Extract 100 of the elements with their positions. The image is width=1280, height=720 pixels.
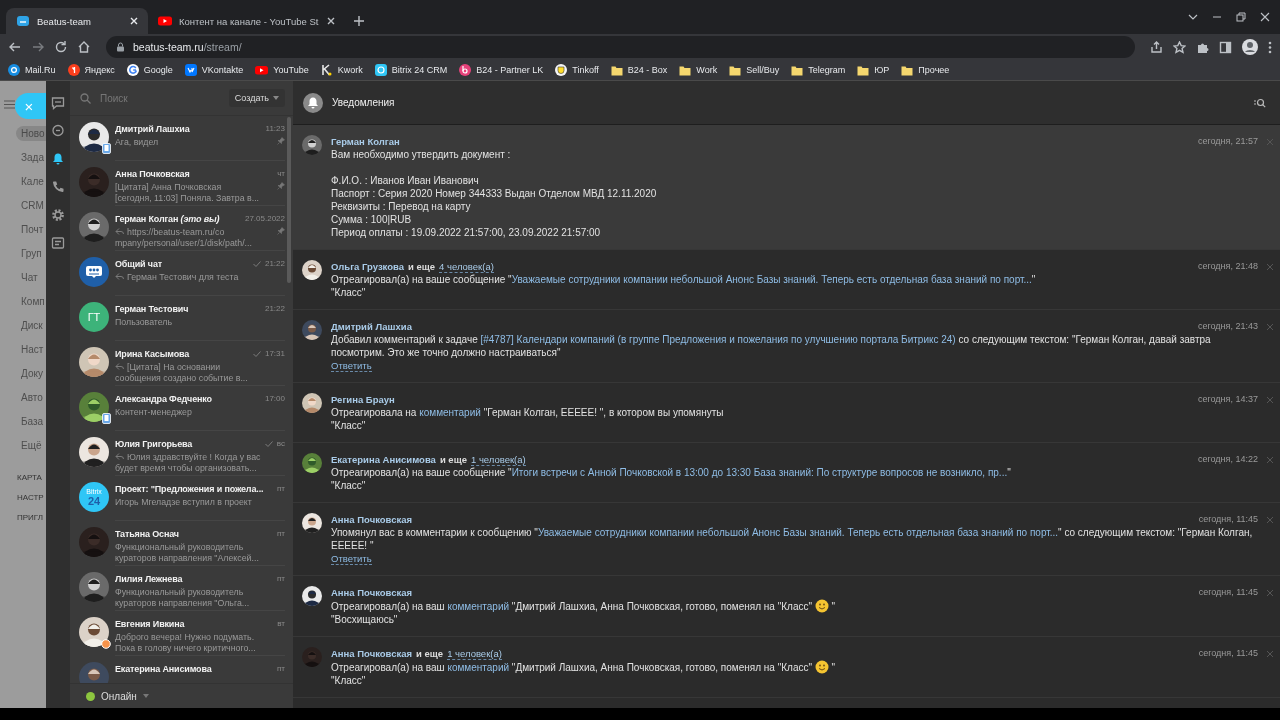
notification-text: Упомянул вас в комментарии к сообщению "Уважаемые сотрудники компании небольшой Анонс Базы знаний. Теперь есть отдельная база знаний по порт..." со следующим текстом: "Герман Колган, ЕЕЕЕЕ! " — [331, 526, 1254, 552]
share-icon[interactable] — [1150, 40, 1163, 54]
bell-icon[interactable] — [51, 152, 65, 166]
people-link[interactable]: 4 человек(а) — [439, 260, 494, 273]
logo-text: 24 — [87, 496, 101, 507]
avatar-initials: ГТ — [79, 302, 109, 332]
sender-name[interactable]: Анна Почковская — [331, 647, 413, 660]
link[interactable]: комментарий — [447, 601, 510, 612]
message-time: пт — [277, 664, 285, 673]
notification-text: Отреагировал(а) на ваш комментарий "Дмитрий Лашхиа, Анна Почковская, готово, поменял на "Класс" " — [331, 660, 837, 674]
reply-link[interactable]: Ответить — [331, 360, 372, 372]
smiley-icon — [814, 599, 829, 613]
bookmark[interactable]: Kwork — [320, 64, 363, 76]
detail-line: Ф.И.О. : Иванов Иван Иванович — [331, 174, 480, 187]
home-icon[interactable] — [77, 40, 91, 54]
close-icon[interactable] — [128, 15, 140, 27]
reply-link[interactable]: Ответить — [331, 553, 372, 565]
create-button[interactable]: Создать — [228, 89, 285, 107]
detail-line: Паспорт : Серия 2020 Номер 344333 Выдан Отделом МВД 12.11.2020 — [331, 187, 658, 200]
chevron-down-icon[interactable] — [1188, 12, 1198, 22]
sender-name[interactable]: Дмитрий Лашхиа — [331, 320, 412, 333]
contact-name: Дмитрий Лашхиа — [115, 123, 190, 134]
bookmark[interactable]: Прочее — [901, 64, 950, 76]
bookmark[interactable]: Telegram — [791, 64, 846, 76]
link[interactable]: комментарий — [447, 662, 510, 673]
caret-icon[interactable] — [142, 694, 149, 698]
bookmark[interactable]: Яндекс — [67, 64, 115, 76]
sender-name[interactable]: Анна Почковская — [331, 586, 413, 599]
caret-icon — [273, 96, 279, 100]
section-link[interactable]: ПРИГЛ — [17, 513, 46, 523]
list-icon[interactable] — [51, 236, 65, 250]
detail-line: Период оплаты : 19.09.2022 21:57:00, 23.09.2022 21:57:00 — [331, 226, 602, 239]
reload-icon[interactable] — [54, 40, 68, 54]
folder-icon — [901, 64, 914, 76]
section-link[interactable]: НАСТР — [17, 493, 46, 503]
plus-icon[interactable] — [353, 15, 366, 27]
back-icon[interactable] — [8, 40, 22, 54]
bookmark[interactable]: YouTube — [255, 64, 309, 76]
folder-icon — [729, 64, 742, 76]
close-icon[interactable] — [1260, 12, 1270, 22]
message-time: вт — [277, 619, 285, 628]
bookmark[interactable]: VKontakte — [184, 64, 244, 76]
sender-name[interactable]: Ольга Грузкова — [331, 260, 405, 273]
sender-name[interactable]: Регина Браун — [331, 393, 395, 406]
star-icon[interactable] — [1173, 40, 1186, 54]
bookmark[interactable]: Work — [679, 64, 718, 76]
and-more-label: и еще — [439, 453, 467, 466]
bookmark[interactable]: Tinkoff — [555, 64, 599, 76]
phone-icon[interactable] — [51, 180, 65, 194]
menu-icon[interactable] — [1268, 40, 1272, 54]
people-link[interactable]: 1 человек(а) — [470, 453, 526, 466]
reaction-text: "Класс" — [331, 419, 367, 432]
scrollbar[interactable] — [287, 117, 291, 283]
message-time: 27.05.2022 — [244, 214, 285, 223]
link[interactable]: Итоги встречи с Анной Почковской в 13:00 до 13:30 База знаний: По структуре вопросов не возникло, пр... — [511, 467, 1008, 478]
bookmark[interactable]: Bitrix 24 CRM — [374, 64, 448, 76]
notification-text: Отреагировал(а) на ваше сообщение "Уважаемые сотрудники компании небольшой Анонс Базы знаний. Теперь есть отдельная база знаний по порт..." — [331, 273, 1037, 286]
notification-time: сегодня, 11:45 — [1198, 647, 1258, 660]
browser-tab[interactable]: Контент на канале - YouTube St — [148, 8, 346, 34]
logo-icon — [8, 64, 20, 76]
speech-icon[interactable] — [51, 124, 65, 138]
notification-time: сегодня, 14:37 — [1197, 393, 1258, 406]
logo-icon — [555, 64, 568, 76]
message-preview: Игорь Мгеладзе вступил в проект — [115, 497, 253, 508]
sender-name[interactable]: Екатерина Анисимова — [331, 453, 436, 466]
profile-icon[interactable] — [1242, 39, 1258, 55]
sender-name[interactable]: Герман Колган — [331, 135, 400, 148]
logo-icon — [16, 14, 30, 28]
search-field[interactable]: Поиск — [98, 91, 222, 105]
address-field[interactable]: beatus-team.ru/stream/ — [106, 36, 1135, 58]
search-icon[interactable] — [1254, 97, 1266, 108]
bell-icon — [303, 92, 323, 113]
link[interactable]: Уважаемые сотрудники компании небольшой Анонс Базы знаний. Теперь есть отдельная база знаний по порт... — [537, 527, 1059, 538]
restore-icon[interactable] — [1236, 12, 1246, 22]
status-selector[interactable]: Онлайн — [101, 690, 137, 702]
message-time: 17:31 — [264, 349, 285, 358]
link[interactable]: Уважаемые сотрудники компании небольшой Анонс Базы знаний. Теперь есть отдельная база знаний по порт... — [511, 274, 1032, 285]
notification-text: Добавил комментарий к задаче [#4787] Календари компаний (в группе Предложения и пожелания по улучшению портала Битрикс 24) со следующим текстом: "Герман Колган, давай завтра посмотрим. Это же точно должно настраиваться" — [331, 333, 1212, 359]
message-preview: [Цитата] Анна Почковская [сегодня, 11:03] Поняла. Завтра в... — [115, 182, 261, 204]
browser-tab[interactable]: Beatus-team — [6, 8, 148, 34]
bookmark[interactable]: B24 - Box — [610, 64, 668, 76]
message-preview: Юлия здравствуйте ! Когда у вас будет время чтобы организовать... — [115, 452, 262, 474]
bookmark[interactable]: ЮР — [857, 64, 890, 76]
bookmark[interactable]: Sell/Buy — [729, 64, 780, 76]
reaction-text: "Класс" — [331, 286, 367, 299]
sidebar-icon[interactable] — [1219, 40, 1232, 54]
message-preview: Функциональный руководитель кураторов направления "Алексей... — [115, 542, 260, 564]
link[interactable]: [#4787] Календари компаний (в группе Предложения и пожелания по улучшению портала Битрикс 24) — [480, 334, 956, 345]
section-link[interactable]: КАРТА — [17, 473, 46, 483]
bookmark[interactable]: Mail.Ru — [8, 64, 56, 76]
search-icon — [80, 92, 91, 104]
bookmark[interactable]: B24 - Partner LK — [459, 64, 544, 76]
forward-icon[interactable] — [31, 40, 45, 54]
settings-icon[interactable] — [51, 208, 65, 222]
bookmark[interactable]: Google — [126, 64, 173, 76]
message-time: пт — [277, 529, 285, 538]
sender-name[interactable]: Анна Почковская — [331, 513, 413, 526]
link[interactable]: комментарий — [419, 407, 481, 418]
people-link[interactable]: 1 человек(а) — [447, 647, 502, 660]
chat-icon[interactable] — [51, 96, 65, 110]
